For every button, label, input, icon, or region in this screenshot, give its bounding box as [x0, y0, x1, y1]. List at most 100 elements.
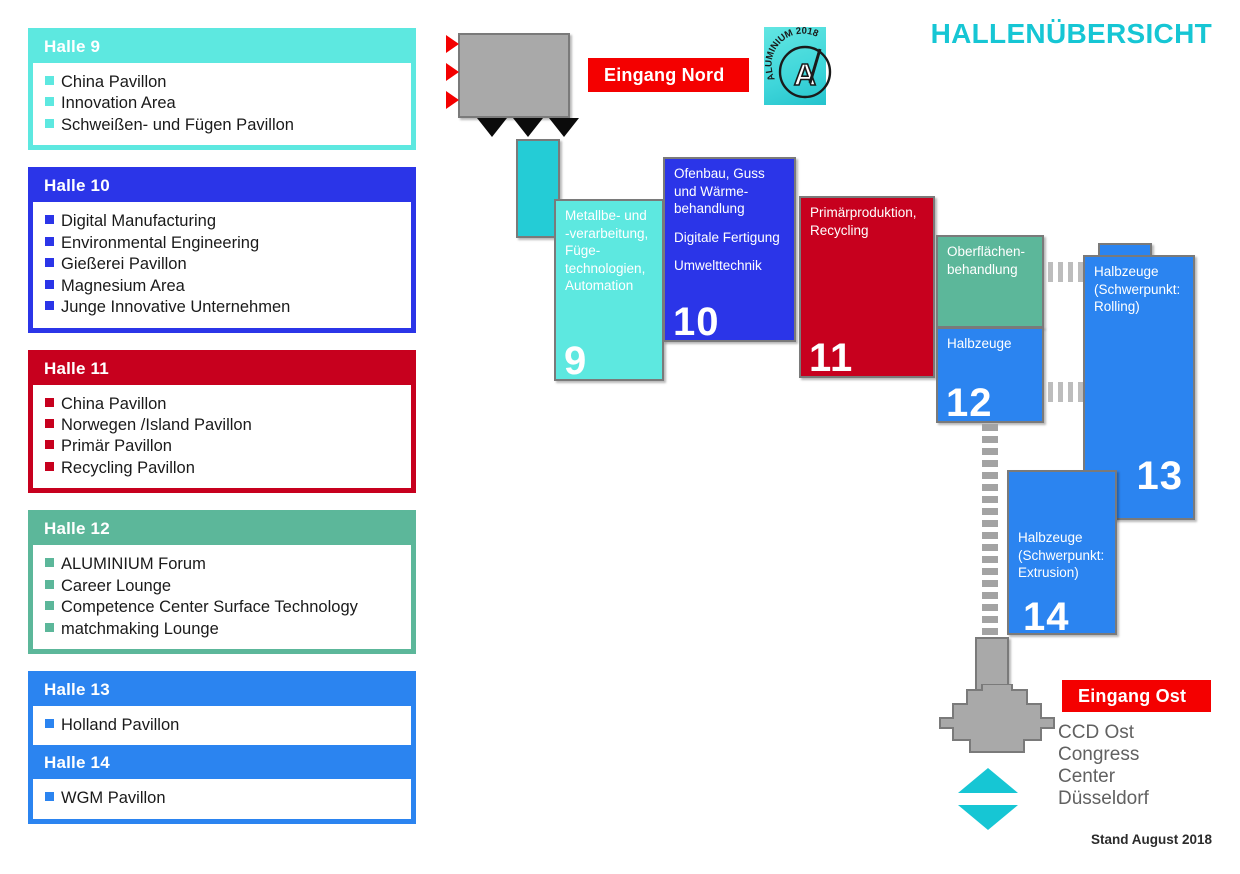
hall-14-number: 14 — [1023, 595, 1070, 639]
hall-text-line: behandlung — [947, 261, 1018, 277]
legend-item: Junge Innovative Unternehmen — [45, 297, 401, 318]
legend-card-halle-12[interactable]: Halle 12 ALUMINIUM Forum Career Lounge Comp… — [28, 510, 416, 654]
aluminium-2018-logo: A ALUMINIUM 2018 — [764, 27, 840, 109]
legend-item: WGM Pavillon — [45, 788, 401, 809]
hall-12-block[interactable]: Halbzeuge 12 — [936, 327, 1044, 423]
legend-item: Digital Manufacturing — [45, 211, 401, 232]
hall-11-block[interactable]: Primärproduktion, Recycling 11 — [799, 196, 935, 378]
hall-text-line: Extrusion) — [1018, 565, 1079, 581]
hall-text-line: behandlung — [674, 201, 745, 217]
hall-text-line: Recycling — [810, 222, 869, 238]
hall-text-line: Umwelttechnik — [674, 258, 762, 274]
legend-bullet-icon — [45, 558, 54, 568]
legend-bullet-icon — [45, 118, 54, 128]
entrance-arrow-icon — [446, 63, 459, 81]
legend-item-label: Junge Innovative Unternehmen — [61, 298, 291, 317]
hall-12-surface-text: Oberflächen-behandlung — [947, 243, 1037, 278]
hall-text-line: Digitale Fertigung — [674, 229, 780, 245]
legend-bullet-icon — [45, 279, 54, 289]
entrance-arrow-icon — [446, 91, 459, 109]
page-title: HALLENÜBERSICHT — [930, 18, 1212, 49]
legend-item-label: Career Lounge — [61, 576, 172, 595]
legend-title-halle-11: Halle 11 — [44, 358, 109, 378]
status-date: Stand August 2018 — [1090, 832, 1212, 847]
legend-bullet-icon — [45, 579, 54, 589]
hall-text-line: -verarbeitung, — [565, 225, 649, 241]
legend-title-halle-14: Halle 14 — [44, 753, 110, 773]
hall-connector-lower — [1048, 382, 1083, 402]
north-entrance-building — [458, 33, 570, 118]
legend-bullet-icon — [45, 601, 54, 611]
legend-body-halle-10: Digital Manufacturing Environmental Engin… — [33, 202, 411, 328]
legend-bullet-icon — [45, 76, 54, 85]
hall-13-text: Halbzeuge (Schwerpunkt: Rolling) — [1094, 263, 1188, 316]
legend-card-halle-10[interactable]: Halle 10 Digital Manufacturing Environment… — [28, 167, 416, 333]
legend-item: Recycling Pavillon — [45, 458, 401, 479]
legend-body-halle-14: WGM Pavillon — [33, 779, 411, 819]
entrance-north-label: Eingang Nord — [604, 64, 725, 85]
legend-item-label: China Pavillon — [61, 73, 167, 91]
hall-text-line: Metallbe- und — [565, 208, 647, 223]
walkway-arrow-icon — [549, 118, 579, 137]
legend-item: Career Lounge — [45, 576, 401, 597]
legend-bullet-icon — [45, 440, 54, 450]
legend-bullet-icon — [45, 397, 54, 407]
hall-text-line: technologien, — [565, 260, 646, 276]
hall-text-line: Halbzeuge — [1018, 530, 1083, 545]
hall-text-line: und Wärme- — [674, 183, 749, 199]
hall-11-text: Primärproduktion, Recycling — [810, 204, 928, 239]
hall-10-block[interactable]: Ofenbau, Guss und Wärme-behandlung Digital… — [663, 157, 796, 342]
legend-bullet-icon — [45, 418, 54, 428]
legend-bullet-icon — [45, 97, 54, 107]
legend-item: Innovation Area — [45, 93, 401, 114]
legend-card-halle-13[interactable]: Halle 13 Holland Pavillon Halle 14 WGM Pavi… — [28, 671, 416, 824]
logo-mark-icon: A ALUMINIUM 2018 — [764, 27, 832, 99]
hall-text-line: Ofenbau, Guss — [674, 166, 765, 181]
ccd-line: CCD Ost — [1058, 722, 1134, 743]
hall-12-text: Halbzeuge — [947, 335, 1037, 353]
entrance-east-label: Eingang Ost — [1078, 685, 1187, 706]
legend-item-label: Schweißen- und Fügen Pavillon — [61, 115, 294, 134]
legend-card-halle-11[interactable]: Halle 11 China Pavillon Norwegen /Island P… — [28, 349, 416, 494]
walkway-arrow-icon — [513, 118, 543, 137]
hall-text-line: Halbzeuge — [947, 336, 1012, 351]
hall-text-line: (Schwerpunkt: — [1018, 547, 1105, 563]
hall-14-block[interactable]: Halbzeuge (Schwerpunkt: Extrusion) 14 — [1007, 470, 1117, 639]
hall-12-surface-block[interactable]: Oberflächen-behandlung — [936, 235, 1044, 328]
legend-title-halle-12: Halle 12 — [44, 519, 110, 539]
legend-item: ALUMINIUM Forum — [45, 554, 401, 575]
legend-body-halle-12: ALUMINIUM Forum Career Lounge Competence C… — [33, 545, 411, 649]
legend-card-halle-9[interactable]: Halle 9 China Pavillon Innovation Area Schw… — [28, 28, 416, 151]
legend-title-halle-13: Halle 13 — [44, 680, 110, 699]
legend-item-label: Competence Center Surface Technology — [61, 598, 358, 617]
hall-text-line: (Schwerpunkt: — [1094, 281, 1181, 297]
ccd-label: CCD Ost Congress Center Düsseldorf — [1058, 722, 1149, 810]
hall-text-line: Rolling) — [1094, 299, 1140, 315]
hall-9-block[interactable]: Metallbe- und -verarbeitung, Füge-technolo… — [554, 199, 664, 381]
legend-item-label: Digital Manufacturing — [61, 212, 216, 231]
legend-item-label: ALUMINIUM Forum — [61, 555, 206, 574]
legend-item-label: Holland Pavillon — [61, 716, 180, 734]
legend-item-label: Innovation Area — [61, 94, 176, 113]
legend-item: Competence Center Surface Technology — [45, 597, 401, 618]
ccd-building-shape — [939, 684, 1055, 753]
ccd-line: Center — [1058, 766, 1116, 788]
hall-legend: Halle 9 China Pavillon Innovation Area Schw… — [28, 28, 416, 841]
legend-item-label: Norwegen /Island Pavillon — [61, 415, 252, 434]
legend-bullet-icon — [45, 258, 54, 268]
legend-body-halle-13: Holland Pavillon — [33, 706, 411, 746]
legend-item-label: Recycling Pavillon — [61, 458, 195, 477]
hall-text-line: Halbzeuge — [1094, 264, 1159, 279]
legend-item: Schweißen- und Fügen Pavillon — [45, 115, 401, 136]
legend-bullet-icon — [45, 215, 54, 225]
hall-14-text: Halbzeuge (Schwerpunkt: Extrusion) — [1018, 529, 1110, 582]
legend-item-label: China Pavillon — [61, 394, 167, 413]
legend-bullet-icon — [45, 236, 54, 246]
hall-text-line: Primärproduktion, — [810, 205, 917, 220]
legend-item: Holland Pavillon — [45, 715, 401, 736]
hall-13-number: 13 — [1136, 454, 1183, 498]
hall-11-number: 11 — [809, 336, 854, 380]
ccd-line: Congress — [1058, 744, 1140, 766]
legend-item: Magnesium Area — [45, 276, 401, 297]
hall-10-text: Ofenbau, Guss und Wärme-behandlung Digital… — [674, 165, 789, 275]
